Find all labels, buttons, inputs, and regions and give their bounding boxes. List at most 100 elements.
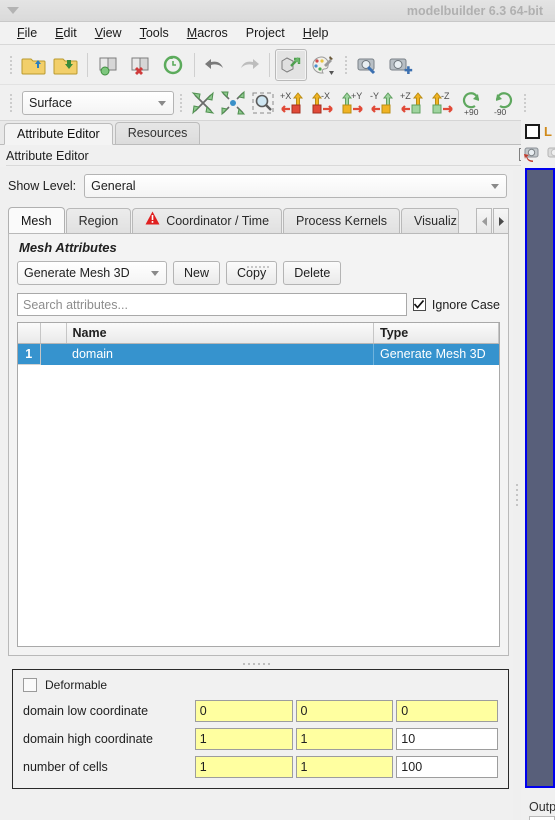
rotate-plus-90-button[interactable]: +90: [458, 88, 488, 118]
toolbar-grip[interactable]: [521, 90, 529, 116]
cells-z-field[interactable]: 100: [396, 756, 498, 778]
camera-undo-icon[interactable]: [523, 143, 543, 165]
view-minus-y-button[interactable]: -Y: [368, 88, 398, 118]
rotate-minus-90-button[interactable]: -90: [488, 88, 518, 118]
table-header-type[interactable]: Type: [373, 323, 499, 344]
row-spacer-cell[interactable]: [40, 343, 66, 365]
triangle-down-icon: [7, 7, 19, 14]
zoom-to-fit-icon[interactable]: [188, 88, 218, 118]
view-plus-z-button[interactable]: +Z: [398, 88, 428, 118]
toolbar-grip[interactable]: [7, 90, 15, 116]
tab-process-kernels-label: Process Kernels: [296, 214, 388, 228]
menu-project[interactable]: Project: [237, 24, 294, 42]
table-row[interactable]: 1 domain Generate Mesh 3D: [18, 343, 499, 365]
table-header-name[interactable]: Name: [66, 323, 374, 344]
domain-high-coordinate-label: domain high coordinate: [23, 732, 153, 746]
chevron-right-icon[interactable]: [493, 208, 509, 234]
deformable-label: Deformable: [45, 678, 108, 692]
view-minus-x-button[interactable]: -X: [308, 88, 338, 118]
show-level-combo[interactable]: General: [84, 174, 507, 198]
warning-triangle-icon: [145, 209, 160, 234]
tab-process-kernels[interactable]: Process Kernels: [283, 208, 401, 234]
row-type-cell[interactable]: Generate Mesh 3D: [373, 343, 499, 365]
toolbar-grip[interactable]: [7, 52, 15, 78]
show-level-label: Show Level:: [8, 179, 77, 193]
menu-tools[interactable]: Tools: [131, 24, 178, 42]
menu-bar: File Edit View Tools Macros Project Help: [0, 22, 555, 45]
domain-low-y-field[interactable]: 0: [295, 700, 394, 722]
vertical-splitter[interactable]: [513, 170, 521, 820]
tab-visualization[interactable]: Visualiz: [401, 208, 460, 234]
table-spacer-header[interactable]: [40, 323, 67, 344]
camera-icon[interactable]: [546, 143, 555, 165]
chevron-down-icon: [491, 184, 499, 189]
server-add-green-icon[interactable]: [93, 49, 125, 81]
layout-square-icon: [525, 123, 540, 139]
table-corner-header[interactable]: [18, 323, 41, 344]
tab-mesh[interactable]: Mesh: [8, 207, 65, 234]
view-plus-x-button[interactable]: +X: [278, 88, 308, 118]
redo-arrow-icon[interactable]: [232, 49, 264, 81]
menu-help[interactable]: Help: [294, 24, 338, 42]
cells-x-field[interactable]: 1: [194, 756, 293, 778]
color-palette-icon[interactable]: [307, 49, 339, 81]
render-view-title: L: [544, 123, 552, 139]
copy-button[interactable]: Copy: [226, 261, 278, 285]
menu-file[interactable]: File: [8, 24, 46, 42]
undo-arrow-icon[interactable]: [200, 49, 232, 81]
domain-low-coordinate-row: domain low coordinate 0 0 0: [23, 700, 498, 722]
menu-macros[interactable]: Macros: [178, 24, 237, 42]
menu-edit[interactable]: Edit: [46, 24, 86, 42]
toolbar-grip[interactable]: [177, 90, 185, 116]
attributes-table[interactable]: Name Type 1 domain Generate Mesh 3D: [17, 322, 500, 647]
new-button[interactable]: New: [173, 261, 221, 285]
horizontal-splitter[interactable]: [0, 657, 513, 669]
representation-combo[interactable]: Surface: [22, 90, 174, 115]
mesh-attributes-title: Mesh Attributes: [19, 240, 117, 255]
dock-title-bar: Attribute Editor: [0, 145, 555, 167]
tab-coordinator-time[interactable]: Coordinator / Time: [132, 208, 283, 234]
domain-low-x-field[interactable]: 0: [194, 700, 293, 722]
cube-arrow-icon[interactable]: [275, 48, 307, 81]
row-name-cell[interactable]: domain: [66, 343, 374, 365]
menu-view[interactable]: View: [86, 24, 131, 42]
search-input[interactable]: Search attributes...: [17, 293, 407, 316]
render-canvas[interactable]: [525, 168, 555, 788]
tab-visualization-label: Visualiz: [414, 214, 457, 228]
deformable-checkbox[interactable]: [23, 678, 37, 692]
dock-tab-resources[interactable]: Resources: [114, 122, 201, 144]
dock-tab-attribute-editor[interactable]: Attribute Editor: [4, 123, 113, 145]
delete-button[interactable]: Delete: [283, 261, 342, 285]
domain-high-y-field[interactable]: 1: [295, 728, 394, 750]
zoom-to-point-icon[interactable]: [218, 88, 248, 118]
reset-clock-icon[interactable]: [157, 49, 189, 81]
server-remove-red-icon[interactable]: [125, 49, 157, 81]
toolbar-grip[interactable]: [342, 52, 350, 78]
save-folder-down-icon[interactable]: [50, 49, 82, 81]
window-menu-button[interactable]: [0, 0, 26, 22]
tab-region-label: Region: [78, 214, 119, 228]
open-folder-up-icon[interactable]: [18, 49, 50, 81]
cells-y-field[interactable]: 1: [295, 756, 394, 778]
attribute-type-combo[interactable]: Generate Mesh 3D: [17, 261, 167, 285]
attribute-actions-row: Generate Mesh 3D New Copy Delete: [17, 261, 500, 285]
camera-add-icon[interactable]: [385, 49, 417, 81]
camera-search-icon[interactable]: [353, 49, 385, 81]
domain-high-z-field[interactable]: 10: [396, 728, 498, 750]
domain-high-x-field[interactable]: 1: [194, 728, 293, 750]
zoom-to-box-icon[interactable]: [248, 88, 278, 118]
chevron-left-icon[interactable]: [476, 208, 492, 234]
output-console[interactable]: SMT ope: [529, 816, 555, 820]
window-title: modelbuilder 6.3 64-bit: [406, 4, 543, 18]
tab-mesh-label: Mesh: [21, 214, 52, 228]
view-minus-z-button[interactable]: -Z: [428, 88, 458, 118]
domain-low-z-field[interactable]: 0: [396, 700, 498, 722]
toolbar-separator: [87, 52, 88, 77]
ignore-case-checkbox[interactable]: [412, 298, 426, 311]
view-plus-y-button[interactable]: +Y: [338, 88, 368, 118]
toolbar-separator: [194, 52, 195, 77]
mesh-attributes-panel: Mesh Attributes Generate Mesh 3D New Cop…: [8, 233, 509, 656]
tab-region[interactable]: Region: [65, 208, 132, 234]
row-number[interactable]: 1: [18, 343, 41, 365]
toolbar-separator: [269, 52, 270, 77]
